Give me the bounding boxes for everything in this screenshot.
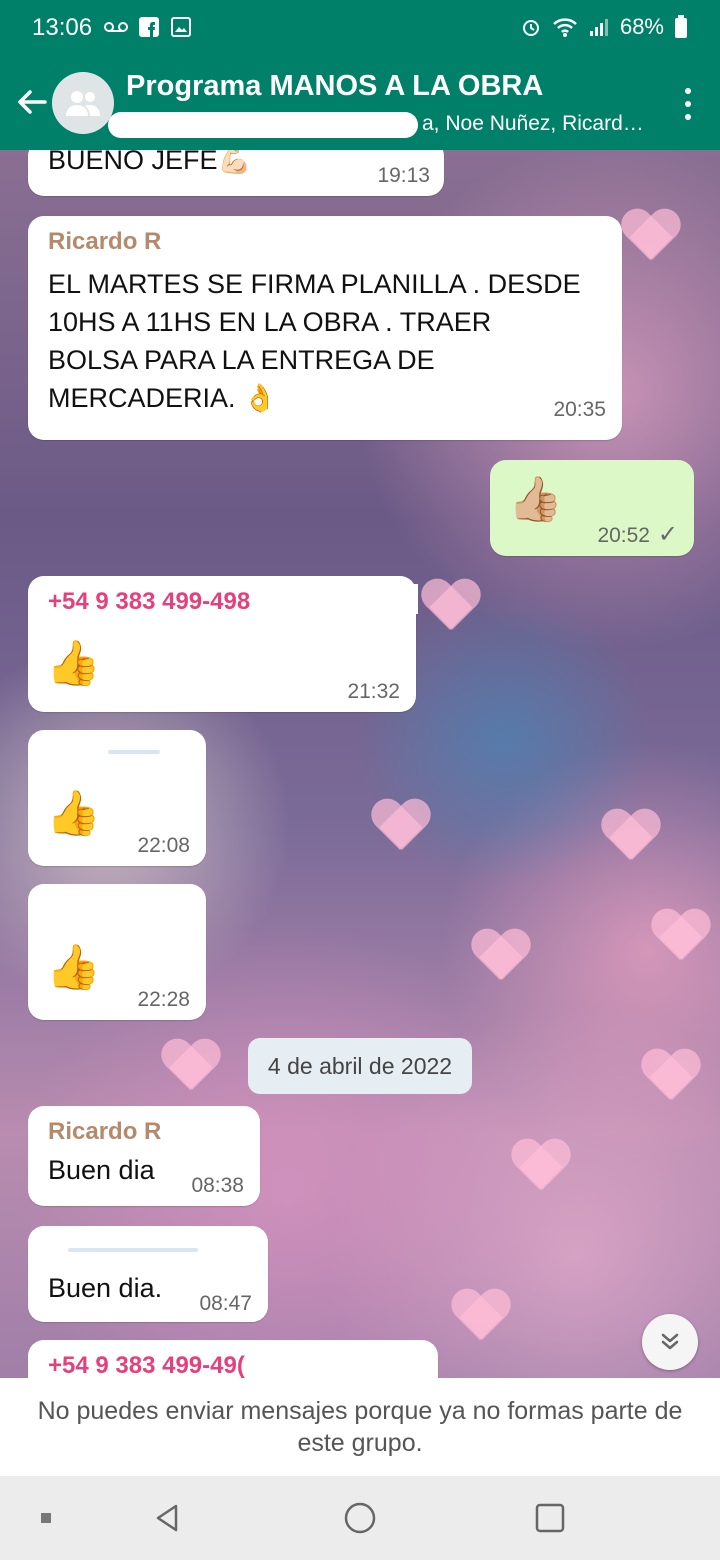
scroll-to-bottom-button[interactable] xyxy=(642,1314,698,1370)
nav-home-button[interactable] xyxy=(338,1496,382,1540)
wallpaper-heart xyxy=(420,580,480,634)
sender-phone: +54 9 383 499-498 xyxy=(48,588,251,615)
message-line: MERCADERIA. 👌 xyxy=(48,383,277,413)
wallpaper-heart xyxy=(450,1290,510,1344)
status-bar: 13:06 68% xyxy=(0,0,720,58)
thumbs-up-emoji: 👍 xyxy=(46,789,101,838)
gallery-icon xyxy=(170,16,192,38)
message-bubble[interactable]: BUENO JEFE💪🏻 19:13 xyxy=(28,150,444,196)
alarm-icon xyxy=(520,16,542,38)
battery-icon xyxy=(674,15,688,39)
wifi-icon xyxy=(552,16,578,38)
message-bubble[interactable]: 👍 22:28 xyxy=(28,884,206,1020)
nav-back-button[interactable] xyxy=(146,1496,190,1540)
message-text: BUENO JEFE💪🏻 xyxy=(48,150,252,175)
message-time: 22:28 xyxy=(137,988,190,1011)
group-avatar[interactable] xyxy=(52,72,114,134)
message-line: EL MARTES SE FIRMA PLANILLA . DESDE xyxy=(48,269,581,299)
system-nav-bar xyxy=(0,1476,720,1560)
sender-phone: +54 9 383 499-49( xyxy=(48,1352,245,1378)
message-line: 10HS A 11HS EN LA OBRA . TRAER xyxy=(48,307,492,337)
message-time: 20:35 xyxy=(553,398,606,421)
message-text: Buen dia xyxy=(48,1155,155,1185)
menu-dot xyxy=(685,101,691,107)
double-chevron-down-icon xyxy=(661,1333,679,1350)
facebook-icon xyxy=(138,16,160,38)
thumbs-up-emoji: 👍 xyxy=(46,943,101,992)
menu-dot xyxy=(685,88,691,94)
voicemail-icon xyxy=(104,20,128,34)
back-button[interactable] xyxy=(12,82,52,122)
group-members[interactable]: a, Noe Nuñez, Ricard… xyxy=(108,110,666,140)
back-arrow-icon xyxy=(18,90,47,114)
wallpaper-heart xyxy=(510,1140,570,1194)
signal-icon xyxy=(588,16,610,38)
thumbs-up-emoji: 👍 xyxy=(46,639,101,688)
nav-dot-button[interactable] xyxy=(24,1496,68,1540)
members-text: a, Noe Nuñez, Ricard… xyxy=(422,112,644,135)
message-time: 08:47 xyxy=(199,1292,252,1315)
date-separator: 4 de abril de 2022 xyxy=(248,1038,472,1094)
overflow-menu-button[interactable] xyxy=(678,88,698,120)
redacted-sender xyxy=(108,750,160,754)
dot-icon xyxy=(41,1513,51,1523)
outgoing-message-bubble[interactable]: 👍🏼 20:52 ✓ xyxy=(490,460,694,556)
message-bubble[interactable]: Buen dia. 08:47 xyxy=(28,1226,268,1322)
chat-header[interactable]: Programa MANOS A LA OBRA a, Noe Nuñez, R… xyxy=(0,58,720,150)
message-bubble[interactable]: Ricardo R EL MARTES SE FIRMA PLANILLA . … xyxy=(28,216,622,440)
thumbs-up-emoji: 👍🏼 xyxy=(508,475,563,524)
square-recents-icon xyxy=(535,1503,565,1533)
message-time: 21:32 xyxy=(347,680,400,703)
wallpaper-heart xyxy=(600,810,660,864)
wallpaper-heart xyxy=(620,210,680,264)
wallpaper-heart xyxy=(160,1040,220,1094)
cannot-send-notice: No puedes enviar mensajes porque ya no f… xyxy=(0,1378,720,1476)
message-bubble[interactable]: +54 9 383 499-49( xyxy=(28,1340,438,1378)
wallpaper-heart xyxy=(370,800,430,854)
redacted-sender xyxy=(68,1248,198,1252)
battery-percent: 68% xyxy=(619,14,664,39)
status-time: 13:06 xyxy=(32,14,93,41)
message-line: BOLSA PARA LA ENTREGA DE xyxy=(48,345,435,375)
wallpaper-heart xyxy=(650,910,710,964)
message-bubble[interactable]: 👍 22:08 xyxy=(28,730,206,866)
group-title[interactable]: Programa MANOS A LA OBRA xyxy=(126,70,543,103)
group-icon xyxy=(66,91,100,116)
message-time: 22:08 xyxy=(137,834,190,857)
wallpaper-heart xyxy=(640,1050,700,1104)
sender-name: Ricardo R xyxy=(48,1118,162,1145)
message-time: 20:52 xyxy=(597,524,650,547)
menu-dot xyxy=(685,114,691,120)
redacted-name xyxy=(298,584,418,614)
message-bubble[interactable]: Ricardo R Buen dia 08:38 xyxy=(28,1106,260,1206)
message-time: 19:13 xyxy=(377,164,430,187)
message-text: Buen dia. xyxy=(48,1273,163,1303)
triangle-back-icon xyxy=(156,1504,178,1532)
message-bubble[interactable]: +54 9 383 499-498 👍 21:32 xyxy=(28,576,418,712)
wallpaper-heart xyxy=(470,930,530,984)
sender-name: Ricardo R xyxy=(48,228,162,255)
circle-home-icon xyxy=(344,1502,376,1534)
redacted-members xyxy=(108,112,418,138)
nav-recents-button[interactable] xyxy=(528,1496,572,1540)
sent-check-icon: ✓ xyxy=(657,521,678,548)
message-time: 08:38 xyxy=(191,1174,244,1197)
chat-area[interactable]: BUENO JEFE💪🏻 19:13 Ricardo R EL MARTES S… xyxy=(0,150,720,1378)
